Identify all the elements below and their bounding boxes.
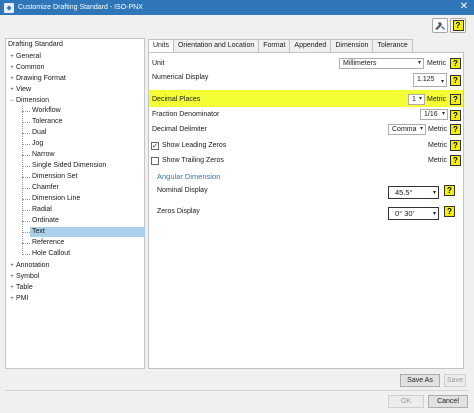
decimal-places-label: Decimal Places — [152, 96, 201, 103]
decimal-delimiter-label: Decimal Delimiter — [152, 126, 207, 133]
chevron-down-icon: ▾ — [419, 126, 423, 132]
show-leading-zeros-checkbox[interactable]: ✓ — [151, 142, 159, 150]
fraction-denominator-label: Fraction Denominator — [152, 111, 220, 118]
show-trailing-zeros-help-button[interactable]: ? — [450, 155, 461, 166]
tab-orientation-and-location[interactable]: Orientation and Location — [172, 39, 260, 52]
decimal-delimiter-select[interactable]: Comma ▾ — [388, 124, 426, 135]
help-icon: ? — [450, 58, 461, 69]
tree-item-drawing-format[interactable]: + Drawing Format — [8, 73, 66, 84]
tree-item-symbol[interactable]: + Symbol — [8, 271, 39, 282]
show-leading-zeros-label: Show Leading Zeros — [162, 142, 227, 149]
cancel-button[interactable]: Cancel — [428, 395, 468, 408]
tree-item-single-sided-dimension[interactable]: Single Sided Dimension — [30, 161, 145, 171]
ok-button[interactable]: OK — [388, 395, 424, 408]
help-button[interactable]: ? — [450, 18, 466, 33]
tree-item-jog[interactable]: Jog — [30, 139, 145, 149]
unit-label: Unit — [152, 60, 165, 67]
help-icon: ? — [450, 155, 461, 166]
tree-item-text[interactable]: Text — [30, 227, 145, 237]
unit-help-button[interactable]: ? — [450, 58, 461, 69]
fraction-denominator-help-button[interactable]: ? — [450, 110, 461, 121]
zeros-display-label: Zeros Display — [157, 208, 200, 215]
unit-metric-label: Metric — [427, 60, 447, 67]
app-icon — [4, 2, 14, 13]
save-as-button[interactable]: Save As — [400, 374, 440, 387]
title-bar: Customize Drafting Standard - ISO-PNX ✕ — [0, 0, 474, 15]
decimal-places-help-button[interactable]: ? — [450, 94, 461, 105]
save-button[interactable]: Save — [444, 374, 466, 387]
zeros-display-select[interactable]: 0° 30′ ▾ — [388, 207, 439, 220]
chevron-down-icon: ▾ — [418, 96, 422, 102]
tree-item-reference[interactable]: Reference — [30, 238, 145, 248]
footer-divider — [5, 390, 469, 391]
close-button[interactable]: ✕ — [458, 1, 470, 13]
load-settings-button[interactable] — [432, 18, 448, 33]
tree-item-view[interactable]: + View — [8, 84, 31, 95]
nominal-display-help-button[interactable]: ? — [444, 185, 455, 196]
decimal-delimiter-metric-label: Metric — [428, 126, 448, 133]
tab-format[interactable]: Format — [258, 39, 291, 52]
tree-item-dimension[interactable]: − Dimension — [8, 95, 49, 106]
tree-item-dimension-set[interactable]: Dimension Set — [30, 172, 145, 182]
tree-item-radial[interactable]: Radial — [30, 205, 145, 215]
angular-dimension-section-title: Angular Dimension — [157, 172, 221, 181]
tree-root[interactable]: Drafting Standard — [8, 40, 63, 50]
chevron-down-icon: ▾ — [432, 190, 436, 196]
tree-item-chamfer[interactable]: Chamfer — [30, 183, 145, 193]
settings-tabs: Units Orientation and Location Format Ap… — [148, 39, 413, 53]
show-leading-zeros-help-button[interactable]: ? — [450, 140, 461, 151]
decimal-delimiter-help-button[interactable]: ? — [450, 124, 461, 135]
help-icon: ? — [452, 20, 464, 31]
help-icon: ? — [450, 94, 461, 105]
tree-item-pmi[interactable]: + PMI — [8, 293, 28, 304]
zeros-display-help-button[interactable]: ? — [444, 206, 455, 217]
nominal-display-label: Nominal Display — [157, 187, 208, 194]
show-trailing-zeros-label: Show Trailing Zeros — [162, 157, 224, 164]
tree-item-dual[interactable]: Dual — [30, 128, 145, 138]
tab-dimension[interactable]: Dimension — [330, 39, 374, 52]
chevron-down-icon: ▾ — [440, 79, 444, 85]
tree-item-hole-callout[interactable]: Hole Callout — [30, 249, 145, 259]
fraction-denominator-select[interactable]: 1/16 ▾ — [420, 109, 448, 120]
wrench-load-icon — [435, 21, 445, 30]
collapse-icon[interactable]: − — [8, 96, 16, 107]
decimal-places-metric-label: Metric — [427, 96, 447, 103]
decimal-places-select[interactable]: 1 ▾ — [408, 94, 425, 105]
nominal-display-select[interactable]: 45.5° ▾ — [388, 186, 439, 199]
chevron-down-icon: ▾ — [441, 111, 445, 117]
tree-item-dimension-line[interactable]: Dimension Line — [30, 194, 145, 204]
numerical-display-help-button[interactable]: ? — [450, 75, 461, 86]
tree-item-narrow[interactable]: Narrow — [30, 150, 145, 160]
help-icon: ? — [450, 75, 461, 86]
help-icon: ? — [450, 124, 461, 135]
window-title: Customize Drafting Standard - ISO-PNX — [18, 4, 143, 11]
numerical-display-select[interactable]: 1.125 ▾ — [413, 73, 447, 87]
tree-item-common[interactable]: + Common — [8, 62, 44, 73]
unit-select[interactable]: Millimeters ▾ — [339, 58, 424, 69]
help-icon: ? — [450, 140, 461, 151]
numerical-display-label: Numerical Display — [152, 74, 209, 81]
tab-units[interactable]: Units — [148, 39, 174, 53]
help-icon: ? — [450, 110, 461, 121]
standard-tree: Drafting Standard + General + Common + Draw… — [5, 38, 145, 369]
tab-tolerance[interactable]: Tolerance — [372, 39, 413, 52]
tree-item-general[interactable]: + General — [8, 51, 41, 62]
expand-icon[interactable]: + — [8, 294, 16, 305]
chevron-down-icon: ▾ — [417, 60, 421, 66]
show-trailing-zeros-checkbox[interactable] — [151, 157, 159, 165]
tree-item-workflow[interactable]: Workflow — [30, 106, 145, 116]
help-icon: ? — [444, 206, 455, 217]
tree-item-ordinate[interactable]: Ordinate — [30, 216, 145, 226]
show-leading-zeros-metric-label: Metric — [428, 142, 448, 149]
show-trailing-zeros-metric-label: Metric — [428, 157, 448, 164]
chevron-down-icon: ▾ — [432, 211, 436, 217]
tree-item-tolerance[interactable]: Tolerance — [30, 117, 145, 127]
tree-item-annotation[interactable]: + Annotation — [8, 260, 49, 271]
tab-appended[interactable]: Appended — [289, 39, 332, 52]
help-icon: ? — [444, 185, 455, 196]
tree-item-table[interactable]: + Table — [8, 282, 33, 293]
